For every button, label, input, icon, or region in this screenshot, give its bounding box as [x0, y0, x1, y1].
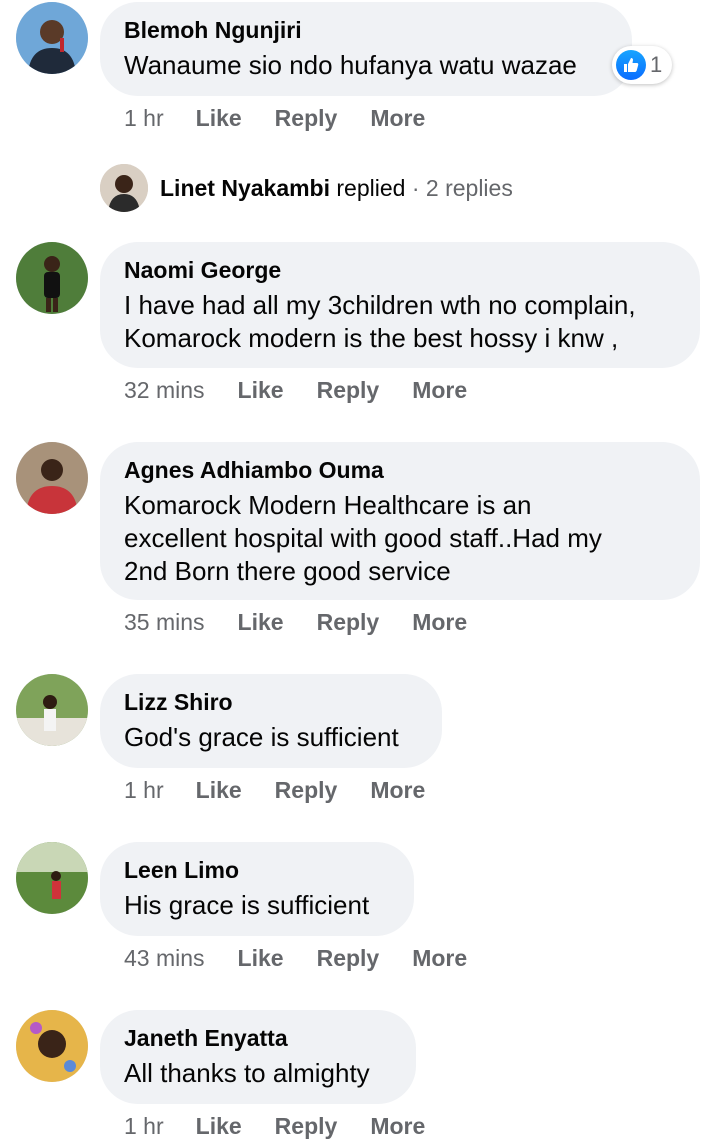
- reply-button[interactable]: Reply: [317, 609, 380, 636]
- avatar[interactable]: [16, 674, 88, 746]
- commenter-name[interactable]: Lizz Shiro: [124, 688, 418, 716]
- comment-text: I have had all my 3children wth no compl…: [124, 289, 676, 355]
- comment-text-line: I have had all my 3children wth no compl…: [124, 290, 636, 320]
- comment-text: God's grace is sufficient: [124, 722, 399, 752]
- comment-bubble: Naomi George I have had all my 3children…: [100, 242, 700, 368]
- avatar[interactable]: [16, 842, 88, 914]
- commenter-name[interactable]: Naomi George: [124, 256, 676, 284]
- more-button[interactable]: More: [370, 105, 425, 132]
- comment-text-line: 2nd Born there good service: [124, 556, 451, 586]
- comment-time[interactable]: 1 hr: [124, 105, 164, 132]
- reply-separator: ·: [411, 174, 420, 201]
- replier-name[interactable]: Linet Nyakambi: [160, 175, 330, 201]
- comment-text: Wanaume sio ndo hufanya watu wazae: [124, 50, 577, 80]
- comment-actions: 1 hr Like Reply More: [124, 775, 425, 805]
- avatar[interactable]: [16, 442, 88, 514]
- comment-text-line: Komarock Modern Healthcare is an: [124, 490, 532, 520]
- more-button[interactable]: More: [370, 777, 425, 804]
- commenter-name[interactable]: Agnes Adhiambo Ouma: [124, 456, 676, 484]
- replied-label: replied: [336, 174, 406, 201]
- commenter-name[interactable]: Blemoh Ngunjiri: [124, 16, 608, 44]
- like-button[interactable]: Like: [196, 1113, 242, 1140]
- reply-button[interactable]: Reply: [275, 777, 338, 804]
- comment-time[interactable]: 43 mins: [124, 945, 205, 972]
- comment-text-line: Komarock modern is the best hossy i knw …: [124, 323, 619, 353]
- comment-time[interactable]: 1 hr: [124, 1113, 164, 1140]
- comment-actions: 43 mins Like Reply More: [124, 943, 467, 973]
- comment-time[interactable]: 1 hr: [124, 777, 164, 804]
- reply-preview[interactable]: Linet Nyakambi replied · 2 replies: [100, 164, 513, 212]
- avatar: [100, 164, 148, 212]
- like-button[interactable]: Like: [196, 105, 242, 132]
- reply-button[interactable]: Reply: [275, 105, 338, 132]
- like-button[interactable]: Like: [238, 609, 284, 636]
- comment-bubble: Janeth Enyatta All thanks to almighty: [100, 1010, 416, 1104]
- comment-text: His grace is sufficient: [124, 890, 370, 920]
- comment-time[interactable]: 35 mins: [124, 609, 205, 636]
- like-button[interactable]: Like: [196, 777, 242, 804]
- reaction-count: 1: [650, 52, 663, 77]
- more-button[interactable]: More: [412, 377, 467, 404]
- more-button[interactable]: More: [370, 1113, 425, 1140]
- more-button[interactable]: More: [412, 609, 467, 636]
- reply-count[interactable]: 2 replies: [426, 175, 513, 201]
- like-button[interactable]: Like: [238, 377, 284, 404]
- comment-actions: 32 mins Like Reply More: [124, 375, 467, 405]
- avatar[interactable]: [16, 1010, 88, 1082]
- comment-time[interactable]: 32 mins: [124, 377, 205, 404]
- reply-button[interactable]: Reply: [275, 1113, 338, 1140]
- like-button[interactable]: Like: [238, 945, 284, 972]
- comment-bubble: Agnes Adhiambo Ouma Komarock Modern Heal…: [100, 442, 700, 600]
- comment-bubble: Leen Limo His grace is sufficient: [100, 842, 414, 936]
- comment-bubble: Blemoh Ngunjiri Wanaume sio ndo hufanya …: [100, 2, 632, 96]
- comment-text: Komarock Modern Healthcare is an excelle…: [124, 489, 676, 588]
- comment-actions: 1 hr Like Reply More: [124, 103, 425, 133]
- reply-button[interactable]: Reply: [317, 377, 380, 404]
- reaction-summary[interactable]: 1: [612, 46, 673, 84]
- comment-text-line: excellent hospital with good staff..Had …: [124, 523, 602, 553]
- comment-bubble: Lizz Shiro God's grace is sufficient: [100, 674, 442, 768]
- more-button[interactable]: More: [412, 945, 467, 972]
- commenter-name[interactable]: Leen Limo: [124, 856, 390, 884]
- avatar[interactable]: [16, 242, 88, 314]
- commenter-name[interactable]: Janeth Enyatta: [124, 1024, 392, 1052]
- comment-text: All thanks to almighty: [124, 1058, 370, 1088]
- avatar[interactable]: [16, 2, 88, 74]
- comment-actions: 1 hr Like Reply More: [124, 1111, 425, 1141]
- thumbs-up-icon: [616, 50, 646, 80]
- comment-actions: 35 mins Like Reply More: [124, 607, 467, 637]
- reply-button[interactable]: Reply: [317, 945, 380, 972]
